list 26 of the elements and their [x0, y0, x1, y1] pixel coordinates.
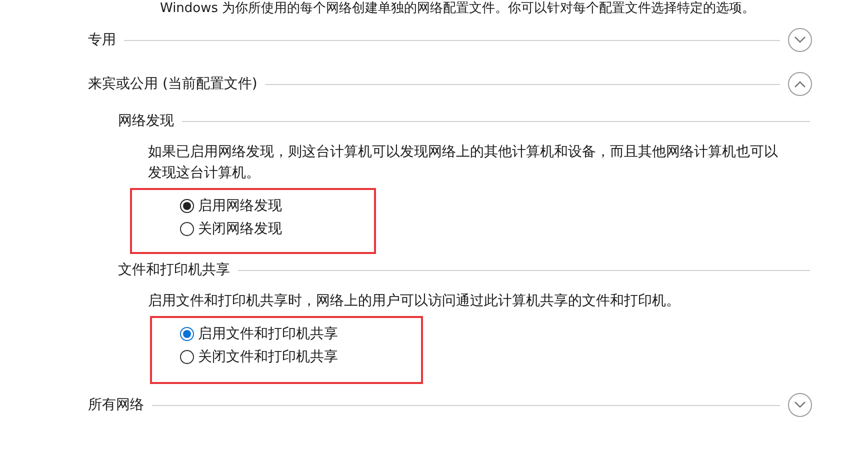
- radio-option[interactable]: 启用网络发现: [180, 196, 282, 216]
- radio-option[interactable]: 关闭网络发现: [180, 219, 282, 239]
- chevron-down-icon: [794, 401, 806, 409]
- description-text: 如果已启用网络发现，则这台计算机可以发现网络上的其他计算机和设备，而且其他网络计算机也可以发现这台计算机。: [148, 143, 779, 183]
- radio-button[interactable]: [180, 222, 194, 236]
- radio-button[interactable]: [180, 199, 194, 213]
- subsection-title: 网络发现: [118, 112, 174, 130]
- radio-label: 启用文件和打印机共享: [198, 325, 338, 344]
- radio-label: 关闭文件和打印机共享: [198, 348, 338, 367]
- expand-toggle[interactable]: [788, 72, 812, 96]
- subsection-title: 文件和打印机共享: [118, 261, 230, 279]
- radio-option[interactable]: 启用文件和打印机共享: [180, 324, 338, 344]
- section-title: 专用: [88, 31, 116, 49]
- expand-toggle[interactable]: [788, 28, 812, 52]
- chevron-down-icon: [794, 36, 806, 44]
- section-title: 来宾或公用 (当前配置文件): [88, 75, 258, 93]
- intro-text: Windows 为你所使用的每个网络创建单独的网络配置文件。你可以针对每个配置文件选择特定的选项。: [160, 0, 756, 18]
- chevron-up-icon: [794, 80, 806, 88]
- section-title: 所有网络: [88, 396, 144, 414]
- expand-toggle[interactable]: [788, 393, 812, 417]
- radio-option[interactable]: 关闭文件和打印机共享: [180, 347, 338, 367]
- radio-button[interactable]: [180, 350, 194, 364]
- radio-button[interactable]: [180, 327, 194, 341]
- radio-label: 关闭网络发现: [198, 220, 282, 239]
- description-text: 启用文件和打印机共享时，网络上的用户可以访问通过此计算机共享的文件和打印机。: [148, 292, 681, 311]
- radio-label: 启用网络发现: [198, 197, 282, 216]
